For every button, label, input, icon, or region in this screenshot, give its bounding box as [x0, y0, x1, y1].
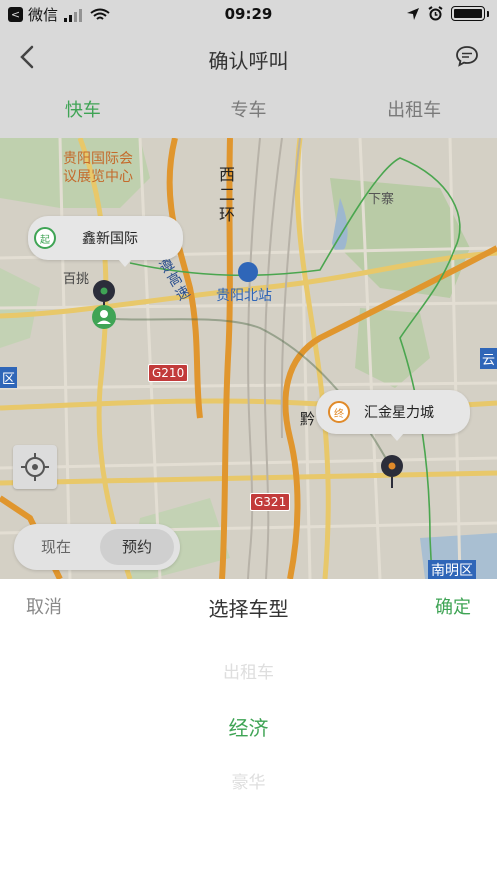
confirm-button[interactable]: 确定	[435, 593, 471, 619]
map-label-xia-zhai: 下寨	[368, 192, 395, 207]
destination-name: 汇金星力城	[364, 405, 434, 421]
service-tabs: 快车 专车 出租车	[0, 84, 497, 138]
map-label-nanming: 南明区	[428, 560, 476, 579]
map-label-xi-er-huan: 西 二 环	[219, 165, 236, 224]
picker-title: 选择车型	[208, 597, 289, 621]
origin-badge: 起	[34, 227, 56, 249]
tab-premium[interactable]: 专车	[166, 84, 332, 138]
current-user-icon	[92, 305, 116, 329]
map-label-north-station: 贵阳北站	[216, 288, 272, 304]
map-label-qian: 黔	[300, 410, 316, 428]
destination-pin-icon	[381, 455, 403, 488]
alarm-icon	[428, 6, 443, 21]
road-shield-g210: G210	[148, 364, 189, 382]
car-type-picker: 取消 选择车型 确定 出租车 经济 豪华	[0, 579, 497, 883]
toggle-reserve[interactable]: 预约	[100, 529, 174, 565]
map-label-baitiao: 百挑	[63, 272, 90, 287]
picker-option-taxi[interactable]: 出租车	[0, 658, 497, 683]
status-bar: < 微信 09:29	[0, 0, 497, 30]
chat-bubble-icon[interactable]	[455, 44, 479, 68]
map-view[interactable]: 贵阳国际会 议展览中心 西 二 环 下寨 百挑 遵 高 速 贵阳北站 G210 …	[0, 138, 497, 579]
map-base	[0, 138, 497, 579]
location-arrow-icon	[407, 7, 419, 20]
tab-express[interactable]: 快车	[0, 84, 166, 138]
origin-name: 鑫新国际	[82, 231, 138, 247]
destination-badge: 终	[328, 401, 350, 423]
tab-taxi[interactable]: 出租车	[331, 84, 497, 138]
battery-icon	[451, 6, 485, 21]
map-label-yun: 云	[480, 348, 497, 369]
status-right	[406, 6, 489, 21]
map-label-expo: 贵阳国际会 议展览中心	[63, 151, 133, 185]
battery-tip	[487, 10, 489, 17]
picker-option-luxury[interactable]: 豪华	[0, 768, 497, 793]
origin-bubble[interactable]: 起 鑫新国际	[28, 216, 183, 267]
road-shield-g321: G321	[250, 493, 291, 511]
toggle-now[interactable]: 现在	[14, 524, 98, 570]
picker-option-economy[interactable]: 经济	[0, 712, 497, 741]
crosshair-icon	[21, 453, 49, 481]
destination-bubble[interactable]: 终 汇金星力城	[316, 390, 470, 441]
locate-button[interactable]	[13, 445, 57, 489]
nav-bar: 确认呼叫	[0, 30, 497, 84]
map-label-qu: 区	[0, 367, 18, 388]
time-toggle: 现在 预约	[14, 524, 180, 570]
page-title: 确认呼叫	[208, 49, 289, 73]
train-station-icon	[238, 262, 258, 282]
